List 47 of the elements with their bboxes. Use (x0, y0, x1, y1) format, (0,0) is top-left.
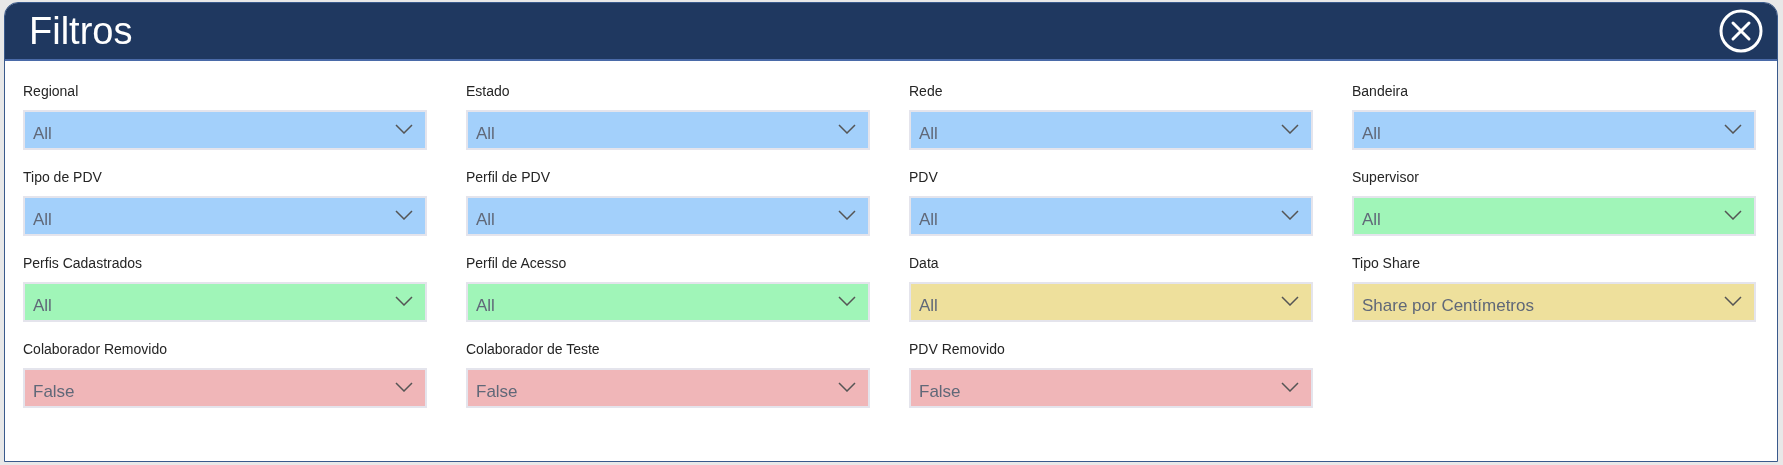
caret-icon (1724, 210, 1742, 220)
filter-dropdown[interactable]: False (23, 368, 427, 408)
caret-icon (395, 210, 413, 220)
filter-label: Rede (909, 83, 944, 101)
filter-dropdown[interactable]: All (1352, 110, 1756, 150)
caret-icon (1281, 124, 1299, 134)
filter-dropdown[interactable]: Share por Centímetros (1352, 282, 1756, 322)
caret-icon (1724, 296, 1742, 306)
filter-dropdown[interactable]: All (23, 196, 427, 236)
filter-dropdown[interactable]: All (1352, 196, 1756, 236)
filter-dropdown[interactable]: False (466, 368, 870, 408)
filter-label: Regional (23, 83, 80, 101)
filter-dropdown[interactable]: All (909, 196, 1313, 236)
dialog-title: Filtros (29, 9, 133, 53)
filter-label: Supervisor (1352, 169, 1420, 187)
filter-dropdown[interactable]: All (909, 282, 1313, 322)
caret-icon (838, 124, 856, 134)
filter-label: Colaborador Removido (23, 341, 168, 359)
filter-dropdown[interactable]: All (23, 282, 427, 322)
filter-dropdown[interactable]: All (466, 110, 870, 150)
filter-dropdown[interactable]: All (466, 282, 870, 322)
caret-icon (395, 124, 413, 134)
filter-label: Bandeira (1352, 83, 1410, 101)
filter-label: Tipo Share (1352, 255, 1421, 273)
filter-dropdown[interactable]: All (23, 110, 427, 150)
filter-dropdown[interactable]: All (909, 110, 1313, 150)
filter-label: Data (909, 255, 940, 273)
caret-icon (395, 382, 413, 392)
filter-dropdown[interactable]: All (466, 196, 870, 236)
filter-label: Colaborador de Teste (466, 341, 601, 359)
caret-icon (838, 296, 856, 306)
caret-icon (1281, 210, 1299, 220)
filter-label: Perfil de Acesso (466, 255, 568, 273)
filter-label: PDV Removido (909, 341, 1006, 359)
filter-label: Perfis Cadastrados (23, 255, 144, 273)
caret-icon (1281, 382, 1299, 392)
filter-label: Perfil de PDV (466, 169, 552, 187)
caret-icon (1724, 124, 1742, 134)
caret-icon (838, 382, 856, 392)
filter-label: PDV (909, 169, 939, 187)
close-icon[interactable] (1719, 9, 1763, 53)
filter-label: Tipo de PDV (23, 169, 103, 187)
caret-icon (1281, 296, 1299, 306)
filter-dropdown[interactable]: False (909, 368, 1313, 408)
caret-icon (838, 210, 856, 220)
caret-icon (395, 296, 413, 306)
filter-label: Estado (466, 83, 511, 101)
